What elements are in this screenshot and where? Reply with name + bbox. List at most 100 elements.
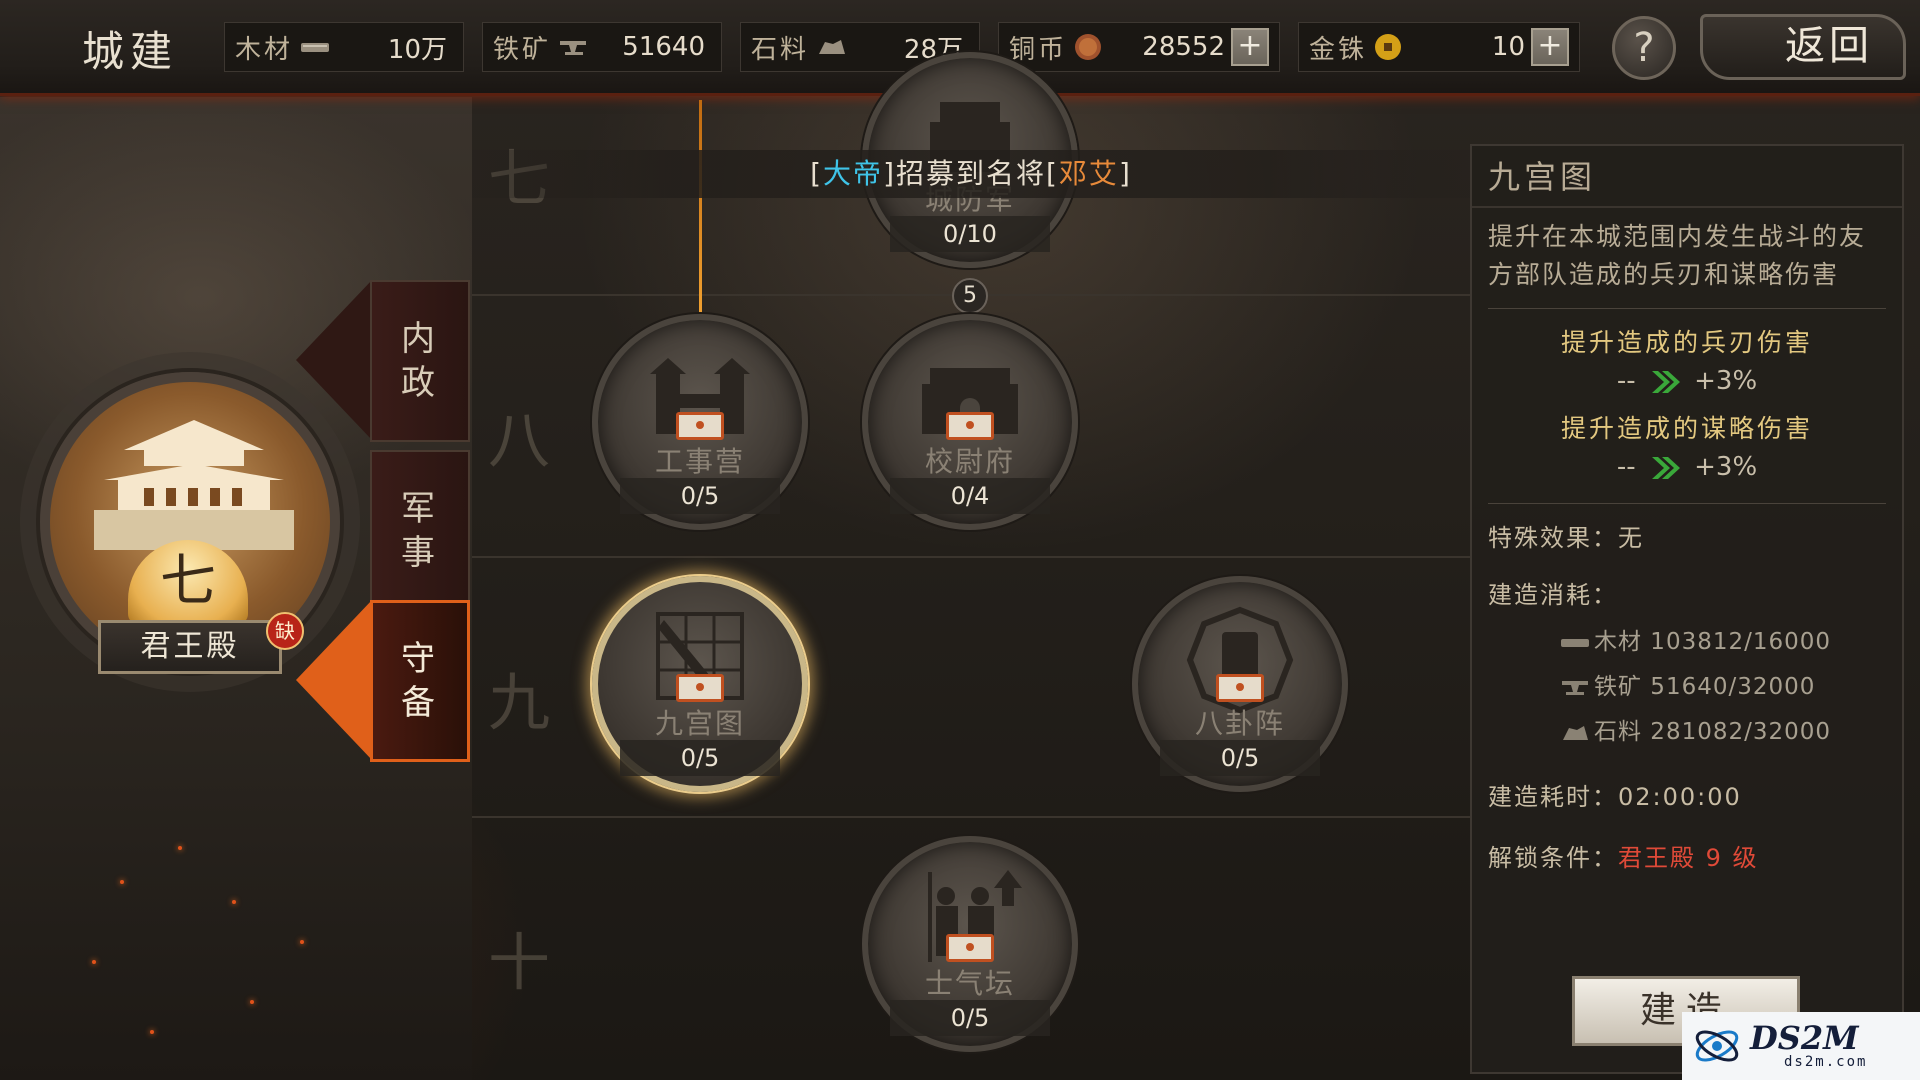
iron-icon — [560, 41, 587, 55]
build-time: 建造耗时：02:00:00 — [1472, 777, 1902, 812]
building-captain-mansion[interactable]: 校尉府 0/4 — [862, 314, 1078, 530]
building-nine-palace[interactable]: 九宫图 0/5 — [592, 576, 808, 792]
building-eight-trigrams[interactable]: 八卦阵 0/5 — [1132, 576, 1348, 792]
effect-values: -- +3% — [1472, 445, 1902, 489]
ember-decoration — [250, 1000, 254, 1004]
build-time-value: 02:00:00 — [1618, 783, 1742, 811]
tab-label-char: 守 — [401, 639, 439, 679]
building-name: 校尉府 — [924, 445, 1015, 478]
arrow-right-icon — [1651, 456, 1680, 479]
ember-decoration — [300, 940, 304, 944]
effect-title: 提升造成的谋略伤害 — [1560, 414, 1813, 443]
resource-name: 木材 — [235, 34, 294, 65]
cost-label: 建造消耗： — [1488, 581, 1618, 609]
notice-bracket: [ — [810, 157, 824, 190]
notice-bracket: ] — [1118, 157, 1132, 190]
add-copper-button[interactable]: + — [1231, 28, 1269, 66]
watermark-brand: DS2M — [1750, 1019, 1859, 1057]
effect-to: +3% — [1694, 452, 1758, 482]
row-label: 十 — [488, 926, 551, 999]
building-level: 0/5 — [620, 740, 780, 776]
back-button[interactable]: 返回 — [1700, 14, 1906, 80]
resource-name: 石料 — [751, 34, 810, 65]
building-engineer-camp[interactable]: 工事营 0/5 — [592, 314, 808, 530]
building-level: 0/5 — [620, 478, 780, 514]
divider — [1488, 503, 1886, 504]
ember-decoration — [92, 960, 96, 964]
cost-wood: 木材 103812/16000 — [1472, 620, 1902, 665]
building-morale-altar[interactable]: 士气坛 0/5 — [862, 836, 1078, 1052]
notice-general: 邓艾 — [1058, 157, 1119, 190]
tab-military[interactable]: 军 事 — [370, 450, 470, 612]
ember-decoration — [120, 880, 124, 884]
building-name: 九宫图 — [654, 707, 745, 740]
row-divider — [472, 816, 1470, 818]
palace-name: 君王殿 — [98, 620, 282, 674]
help-button[interactable]: ? — [1612, 16, 1676, 80]
unlock-condition: 解锁条件：君王殿 9 级 — [1472, 838, 1902, 873]
lock-icon — [1216, 674, 1264, 702]
row-label: 八 — [488, 404, 551, 477]
panel-description: 提升在本城范围内发生战斗的友方部队造成的兵刃和谋略伤害 — [1488, 222, 1867, 289]
tab-label-char: 政 — [401, 363, 439, 403]
resource-value: 10万 — [387, 34, 447, 65]
effect-from: -- — [1616, 366, 1636, 396]
building-name: 士气坛 — [924, 967, 1015, 1000]
watermark-site: ds2m.com — [1784, 1054, 1868, 1070]
row-label: 九 — [488, 666, 551, 739]
resource-name: 铁矿 — [493, 34, 552, 65]
cost-iron: 铁矿 51640/32000 — [1472, 665, 1902, 710]
effect-title: 提升造成的兵刃伤害 — [1560, 328, 1813, 357]
watermark: DS2M ds2m.com — [1682, 1012, 1920, 1080]
ember-decoration — [150, 1030, 154, 1034]
tab-label-char: 军 — [401, 489, 439, 529]
tab-pointer — [296, 280, 372, 440]
ds2m-logo-icon — [1695, 1030, 1739, 1062]
building-level: 0/5 — [890, 1000, 1050, 1036]
active-tab-pointer — [296, 600, 372, 760]
prerequisite-badge: 5 — [952, 278, 988, 314]
palace-icon — [94, 420, 294, 550]
unlock-label: 解锁条件： — [1488, 844, 1618, 872]
build-time-label: 建造耗时： — [1488, 783, 1618, 811]
cost-text: 石料 281082/32000 — [1594, 719, 1832, 745]
lock-icon — [946, 934, 994, 962]
gold-coin-icon — [1375, 34, 1402, 60]
ember-decoration — [232, 900, 236, 904]
tab-defense[interactable]: 守 备 — [370, 600, 470, 762]
lock-icon — [946, 412, 994, 440]
building-level: 0/10 — [890, 216, 1050, 252]
effect-to: +3% — [1694, 366, 1758, 396]
cost-text: 木材 103812/16000 — [1594, 629, 1832, 655]
panel-title: 九宫图 — [1472, 146, 1902, 208]
building-name: 八卦阵 — [1194, 707, 1285, 740]
notice-text: ]招募到名将[ — [883, 157, 1059, 190]
resource-name: 金铢 — [1309, 34, 1368, 65]
lock-icon — [676, 412, 724, 440]
building-detail-panel: 九宫图 提升在本城范围内发生战斗的友方部队造成的兵刃和谋略伤害 提升造成的兵刃伤… — [1470, 144, 1904, 1074]
special-effect: 特殊效果：无 — [1488, 524, 1644, 552]
divider — [1488, 308, 1886, 309]
resource-gold: 金铢 10 + — [1298, 22, 1580, 72]
iron-icon — [1562, 680, 1588, 695]
cost-stone: 石料 281082/32000 — [1472, 710, 1902, 755]
arrow-right-icon — [1651, 370, 1680, 393]
stone-icon — [1563, 725, 1588, 740]
tab-label-char: 备 — [401, 683, 439, 723]
tab-label-char: 内 — [401, 319, 439, 359]
resource-iron: 铁矿 51640 — [482, 22, 722, 72]
building-name: 工事营 — [654, 445, 745, 478]
resource-value: 10 — [1491, 32, 1525, 62]
tab-label-char: 事 — [401, 533, 439, 573]
wood-icon — [1561, 638, 1589, 647]
add-gold-button[interactable]: + — [1531, 28, 1569, 66]
building-level: 0/4 — [890, 478, 1050, 514]
connector-line — [699, 100, 702, 314]
unlock-value: 君王殿 9 级 — [1618, 844, 1759, 872]
recruit-notice: [大帝]招募到名将[邓艾] — [472, 150, 1470, 198]
row-divider — [472, 556, 1470, 558]
resource-value: 51640 — [622, 32, 705, 62]
building-level: 0/5 — [1160, 740, 1320, 776]
tab-internal-affairs[interactable]: 内 政 — [370, 280, 470, 442]
stone-icon — [819, 40, 846, 54]
